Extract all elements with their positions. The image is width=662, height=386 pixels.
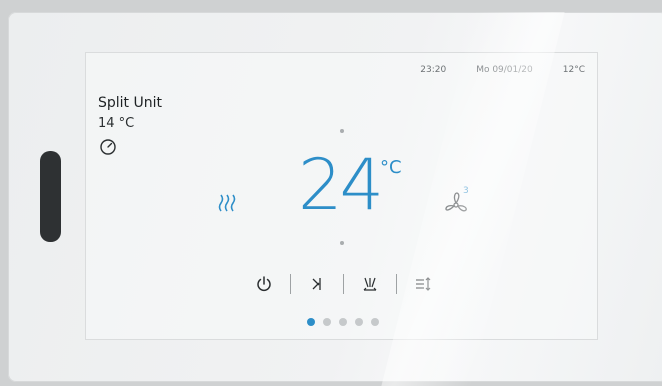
status-outdoor-temp: 12°C [562,65,585,75]
thermostat-device: 23:20 Mo 09/01/20 12°C Split Unit 14 °C … [8,12,662,386]
fan-level: 3 [463,186,469,196]
airflow-button[interactable] [350,271,390,297]
page-dot[interactable] [339,318,347,326]
touch-screen: 23:20 Mo 09/01/20 12°C Split Unit 14 °C … [85,52,598,340]
unit-name: Split Unit [98,95,162,111]
increase-setpoint-dot[interactable] [340,129,344,133]
status-time: 23:20 [420,65,447,75]
swing-off-button[interactable] [297,271,337,297]
toolbar-divider [290,274,291,294]
power-button[interactable] [244,271,284,297]
toolbar-divider [343,274,344,294]
control-toolbar [244,271,443,297]
setpoint-value: 24 [298,144,384,226]
power-icon [257,276,271,292]
decrease-setpoint-dot[interactable] [340,241,344,245]
current-temperature: 14 °C [98,116,135,131]
status-bar: 23:20 Mo 09/01/20 12°C [420,65,585,75]
page-indicator [307,318,379,326]
page-dot[interactable] [323,318,331,326]
device-handle [40,151,61,242]
page-dot[interactable] [355,318,363,326]
page-dot-active[interactable] [307,318,315,326]
status-date: Mo 09/01/20 [476,65,533,75]
louver-icon [416,277,431,291]
gauge-icon[interactable] [99,138,117,156]
heat-waves-icon[interactable] [216,191,240,215]
page-dot[interactable] [371,318,379,326]
toolbar-divider [396,274,397,294]
airflow-icon [363,277,377,291]
setpoint-unit: °C [380,157,402,178]
swing-off-icon [312,278,321,290]
louver-button[interactable] [403,271,443,297]
